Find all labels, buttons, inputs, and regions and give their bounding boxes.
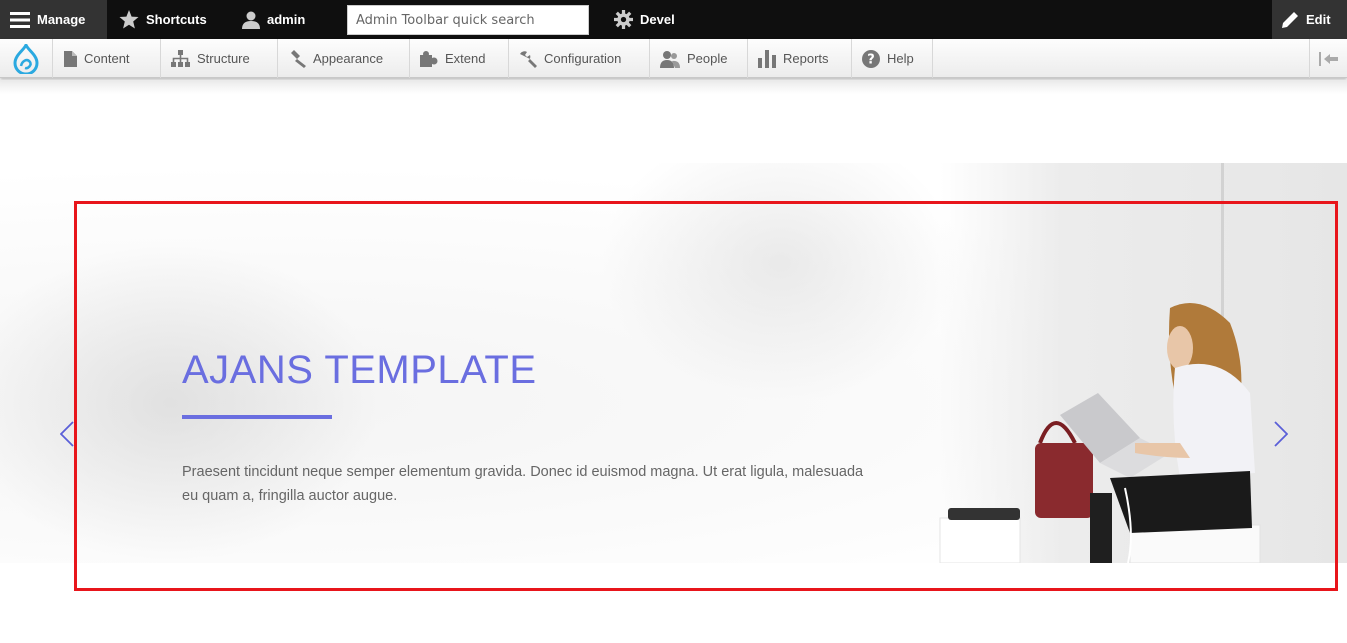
menu-item-extend[interactable]: Extend: [410, 39, 509, 78]
shortcuts-label: Shortcuts: [146, 12, 207, 27]
hero-photo-woman-laptop: [939, 303, 1261, 563]
help-icon: ?: [862, 49, 880, 68]
menu-item-label: Configuration: [544, 51, 622, 66]
paintbrush-icon: [291, 49, 306, 68]
devel-tab[interactable]: Devel: [614, 0, 675, 39]
edit-label: Edit: [1306, 12, 1331, 27]
people-icon: [660, 50, 680, 68]
chevron-left-icon: [60, 421, 74, 447]
star-icon: [119, 10, 139, 29]
hero-title: AJANS TEMPLATE: [182, 348, 537, 392]
svg-text:?: ?: [867, 52, 875, 67]
user-label: admin: [267, 12, 306, 27]
menu-item-help[interactable]: ? Help: [852, 39, 933, 78]
collapse-tray-button[interactable]: [1309, 39, 1347, 78]
bar-chart-icon: [758, 49, 776, 68]
menu-item-content[interactable]: Content: [54, 39, 161, 78]
hero-text: Praesent tincidunt neque semper elementu…: [182, 464, 864, 504]
sitemap-icon: [171, 50, 190, 67]
menu-item-label: Help: [887, 51, 914, 66]
drupal-drop-icon: [13, 43, 39, 74]
pencil-icon: [1282, 12, 1298, 28]
admin-toolbar: Manage Shortcuts admin Devel Edit: [0, 0, 1347, 39]
manage-label: Manage: [37, 12, 86, 27]
shortcuts-tab[interactable]: Shortcuts: [119, 0, 207, 39]
slider-prev-button[interactable]: [56, 419, 78, 449]
drupal-logo[interactable]: [0, 39, 53, 78]
collapse-arrow-icon: [1318, 51, 1338, 66]
menu-item-people[interactable]: People: [650, 39, 748, 78]
user-icon: [242, 11, 260, 29]
menu-item-reports[interactable]: Reports: [748, 39, 852, 78]
chevron-right-icon: [1274, 421, 1288, 447]
menu-item-label: Extend: [445, 51, 486, 66]
manage-tab[interactable]: Manage: [0, 0, 107, 39]
menu-item-appearance[interactable]: Appearance: [278, 39, 410, 78]
menu-item-label: People: [687, 51, 728, 66]
menu-item-label: Structure: [197, 51, 250, 66]
hero-slider: AJANS TEMPLATE Praesent tincidunt neque …: [0, 163, 1347, 563]
background-blur: [0, 243, 380, 563]
menu-item-configuration[interactable]: Configuration: [509, 39, 650, 78]
toolbar-search-input[interactable]: [347, 5, 589, 35]
menu-item-structure[interactable]: Structure: [161, 39, 278, 78]
devel-label: Devel: [640, 12, 675, 27]
menu-item-label: Reports: [783, 51, 829, 66]
gear-icon: [614, 10, 633, 29]
admin-menu-tray: Content Structure Appearance Extend Conf…: [0, 39, 1347, 78]
toolbar-shadow: [0, 80, 1347, 94]
user-tab[interactable]: admin: [242, 0, 305, 39]
menu-item-label: Content: [84, 51, 130, 66]
edit-button[interactable]: Edit: [1272, 0, 1347, 39]
file-icon: [64, 50, 77, 67]
background-blur: [600, 163, 960, 403]
menu-item-label: Appearance: [313, 51, 384, 66]
hamburger-icon: [10, 11, 30, 28]
wrench-icon: [520, 50, 537, 68]
puzzle-icon: [420, 51, 438, 67]
title-underline: [182, 415, 332, 419]
slider-next-button[interactable]: [1270, 419, 1292, 449]
